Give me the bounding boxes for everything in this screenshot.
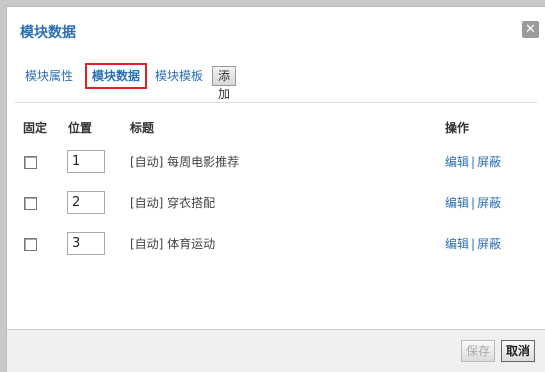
edit-link[interactable]: 编辑 <box>445 196 469 210</box>
action-separator: | <box>471 196 476 210</box>
row-actions: 编辑 | 屏蔽 <box>445 153 501 170</box>
fixed-checkbox[interactable] <box>24 156 37 169</box>
row-actions: 编辑 | 屏蔽 <box>445 194 501 211</box>
tab-module-template[interactable]: 模块模板 <box>155 63 203 89</box>
table-row: 3 [自动] 体育运动 编辑 | 屏蔽 <box>7 232 545 262</box>
position-input[interactable]: 1 <box>67 150 105 173</box>
header-position: 位置 <box>68 121 93 135</box>
add-button[interactable]: 添加 <box>212 66 237 101</box>
save-button[interactable]: 保存 <box>461 340 496 362</box>
edit-link[interactable]: 编辑 <box>445 237 469 251</box>
block-link[interactable]: 屏蔽 <box>477 155 501 169</box>
fixed-checkbox[interactable] <box>24 238 37 251</box>
cancel-button[interactable]: 取消 <box>501 340 536 362</box>
tab-module-properties[interactable]: 模块属性 <box>25 63 73 89</box>
header-fixed: 固定 <box>23 121 48 135</box>
action-separator: | <box>471 237 476 251</box>
close-icon[interactable]: ✕ <box>522 21 539 38</box>
tab-module-data[interactable]: 模块数据 <box>85 63 148 89</box>
table-row: 2 [自动] 穿衣搭配 编辑 | 屏蔽 <box>7 191 545 221</box>
action-separator: | <box>471 155 476 169</box>
header-title: 标题 <box>130 121 155 135</box>
row-actions: 编辑 | 屏蔽 <box>445 235 501 252</box>
fixed-checkbox[interactable] <box>24 197 37 210</box>
row-title: [自动] 体育运动 <box>130 237 216 251</box>
edit-link[interactable]: 编辑 <box>445 155 469 169</box>
dialog: 模块数据 ✕ 模块属性 模块数据 模块模板 添加 固定 位置 标题 操作 1 [… <box>6 6 545 372</box>
row-title: [自动] 每周电影推荐 <box>130 155 240 169</box>
row-title: [自动] 穿衣搭配 <box>130 196 216 210</box>
header-actions: 操作 <box>445 121 470 135</box>
block-link[interactable]: 屏蔽 <box>477 237 501 251</box>
position-input[interactable]: 3 <box>67 232 105 255</box>
dialog-title: 模块数据 <box>20 25 76 41</box>
position-input[interactable]: 2 <box>67 191 105 214</box>
tab-divider <box>15 102 537 103</box>
block-link[interactable]: 屏蔽 <box>477 196 501 210</box>
table-row: 1 [自动] 每周电影推荐 编辑 | 屏蔽 <box>7 150 545 180</box>
dialog-footer: 保存 取消 <box>7 329 545 372</box>
